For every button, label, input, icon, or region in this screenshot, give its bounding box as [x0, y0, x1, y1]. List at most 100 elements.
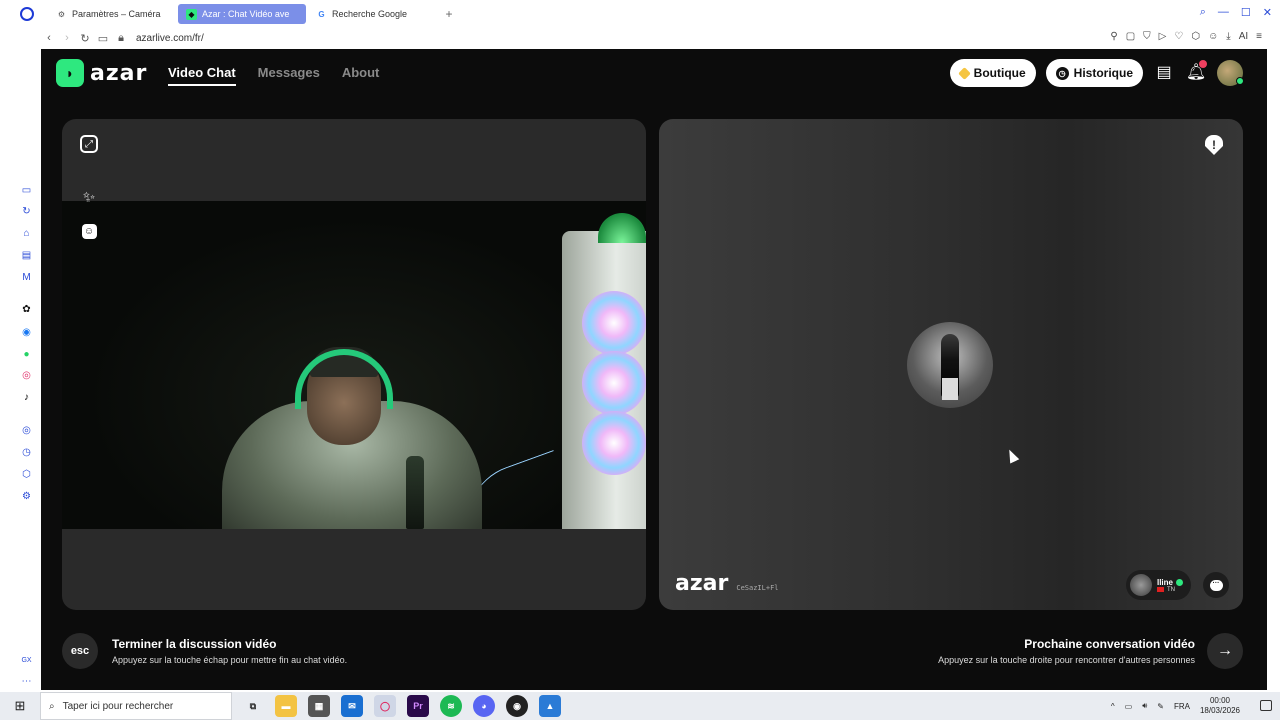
task-view-icon[interactable]: ⧉	[242, 695, 264, 717]
gx-icon[interactable]: GX	[20, 654, 33, 667]
fan	[582, 351, 646, 415]
user-avatar[interactable]	[1217, 60, 1244, 86]
aria-button[interactable]: AI	[1239, 31, 1248, 42]
spotify-icon[interactable]: ≋	[440, 695, 462, 717]
download-icon[interactable]: ⤓	[1226, 31, 1230, 42]
search-icon: ⌕	[49, 700, 55, 712]
profile-icon[interactable]: ☺	[1208, 31, 1218, 42]
azar-logo[interactable]: ◗ azar	[56, 59, 147, 87]
action-center-icon[interactable]	[1260, 700, 1272, 711]
history-icon[interactable]: ◷	[20, 446, 33, 459]
header-actions: Boutique ◷ Historique ▤ 🔔︎	[949, 59, 1244, 87]
lock-icon: 🔒︎	[118, 31, 124, 44]
online-indicator	[1236, 77, 1244, 85]
flag-icon	[1156, 587, 1164, 592]
chevron-up-icon[interactable]: ^	[1111, 702, 1115, 711]
opera-gx-icon[interactable]: ◯	[374, 695, 396, 717]
main-nav: Video Chat Messages About	[168, 65, 379, 86]
bag-icon[interactable]: ⌂	[20, 227, 33, 240]
expand-icon[interactable]: ⤢	[80, 135, 98, 153]
nav-messages[interactable]: Messages	[258, 65, 320, 86]
maximize-button[interactable]: ☐	[1241, 6, 1251, 19]
extensions-icon[interactable]: ⬡	[1191, 31, 1200, 42]
chatgpt-icon[interactable]: ✿	[20, 303, 33, 316]
remote-video-panel: ! azar CeSazIL+Fl Iline TN ···	[659, 119, 1243, 610]
reload-button[interactable]: ↻	[76, 32, 94, 45]
more-icon[interactable]: ⋯	[20, 675, 33, 688]
refresh-icon[interactable]: ↻	[20, 205, 33, 218]
taskbar-apps: ⧉ ▬ ▦ ✉ ◯ Pr ≋ ◕ ◉ ▲	[242, 695, 561, 717]
window-controls: ⌕ — ☐ ✕	[1200, 6, 1272, 19]
messenger-icon[interactable]: ◉	[20, 326, 33, 339]
mail-icon[interactable]: ✉	[341, 695, 363, 717]
fan	[582, 291, 646, 355]
minimize-button[interactable]: —	[1218, 6, 1229, 19]
end-chat-title: Terminer la discussion vidéo	[112, 637, 277, 651]
extensions-icon[interactable]: ⬡	[20, 468, 33, 481]
nav-video-chat[interactable]: Video Chat	[168, 65, 236, 86]
peer-profile-chip[interactable]: Iline TN	[1125, 570, 1191, 600]
notes-icon[interactable]: ▤	[20, 249, 33, 262]
inbox-icon[interactable]: ▤	[1153, 62, 1175, 84]
back-button[interactable]: ‹	[40, 32, 58, 44]
pen-icon[interactable]: ✎	[1157, 702, 1164, 711]
file-explorer-icon[interactable]: ▬	[275, 695, 297, 717]
heart-icon[interactable]: ♡	[1174, 31, 1183, 42]
speaker-icon[interactable]: 🔊︎	[1142, 701, 1147, 711]
obs-icon[interactable]: ◉	[506, 695, 528, 717]
address-bar-actions: ⚲ ▢ ⛉ ▷ ♡ ⬡ ☺ ⤓ AI ≡	[1110, 31, 1262, 42]
pc-glow	[598, 213, 646, 243]
pin-icon[interactable]: ⚲	[1110, 31, 1117, 42]
discord-icon[interactable]: ◕	[473, 695, 495, 717]
shield-icon[interactable]: ⛉	[1143, 31, 1151, 42]
esc-key-button[interactable]: esc	[62, 633, 98, 669]
shop-button[interactable]: Boutique	[949, 59, 1036, 87]
forward-button[interactable]: ›	[58, 32, 76, 44]
url-field[interactable]: azarlive.com/fr/	[136, 33, 204, 44]
azar-watermark: azar CeSazIL+Fl	[675, 571, 779, 596]
instagram-icon[interactable]: ◎	[20, 369, 33, 382]
nav-about[interactable]: About	[342, 65, 380, 86]
bell-icon[interactable]: 🔔︎	[1185, 60, 1207, 84]
magic-wand-icon[interactable]: ✨︎	[78, 186, 100, 208]
history-label: Historique	[1073, 66, 1133, 80]
opera-icon[interactable]: ◎	[20, 424, 33, 437]
network-icon[interactable]: ▭	[1125, 702, 1133, 711]
close-button[interactable]: ✕	[1263, 6, 1272, 19]
whatsapp-icon[interactable]: ●	[20, 348, 33, 361]
notification-badge	[1199, 60, 1207, 68]
watermark-logo: azar	[675, 571, 729, 596]
premiere-icon[interactable]: Pr	[407, 695, 429, 717]
wallet-icon[interactable]: ▭	[20, 184, 33, 197]
new-tab-button[interactable]: +	[442, 7, 456, 21]
next-chat-hint: Prochaine conversation vidéo Appuyez sur…	[938, 633, 1243, 669]
history-button[interactable]: ◷ Historique	[1045, 59, 1143, 87]
taskbar-search[interactable]: ⌕ Taper ici pour rechercher	[40, 692, 232, 720]
store-icon[interactable]: ▦	[308, 695, 330, 717]
menu-icon[interactable]: ≡	[1256, 31, 1262, 42]
browser-tab-bar: ⚙ Paramètres – Caméra ◆ Azar : Chat Vidé…	[0, 0, 1280, 28]
azar-logo-icon: ◗	[56, 59, 84, 87]
search-tabs-icon[interactable]: ⌕	[1200, 6, 1206, 19]
arrow-right-icon[interactable]: →	[1207, 633, 1243, 669]
azar-page: ◗ azar Video Chat Messages About Boutiqu…	[41, 49, 1267, 690]
opera-logo-icon[interactable]	[20, 7, 34, 21]
tab-azar[interactable]: ◆ Azar : Chat Vidéo ave	[178, 4, 306, 24]
language-indicator[interactable]: FRA	[1174, 702, 1190, 711]
tiktok-icon[interactable]: ♪	[20, 391, 33, 404]
azar-logo-text: azar	[90, 60, 148, 86]
play-icon[interactable]: ▷	[1159, 31, 1167, 42]
tab-camera-settings[interactable]: ⚙ Paramètres – Caméra	[48, 4, 176, 24]
camera-icon[interactable]: ▭	[94, 32, 112, 45]
chat-button[interactable]: ···	[1203, 572, 1229, 598]
clock[interactable]: 00:00 18/03/2026	[1200, 696, 1240, 716]
report-icon[interactable]: !	[1205, 135, 1223, 155]
windows-start-icon[interactable]: ⊞	[0, 698, 40, 714]
tab-google[interactable]: G Recherche Google	[308, 4, 436, 24]
snapshot-icon[interactable]: ▢	[1126, 31, 1135, 42]
m-icon[interactable]: M	[20, 271, 33, 284]
address-bar: ‹ › ↻ ▭ 🔒︎ azarlive.com/fr/ ⚲ ▢ ⛉ ▷ ♡ ⬡ …	[40, 28, 1280, 48]
face-filter-icon[interactable]: ☺	[78, 220, 100, 242]
app-icon[interactable]: ▲	[539, 695, 561, 717]
settings-icon[interactable]: ⚙	[20, 490, 33, 503]
